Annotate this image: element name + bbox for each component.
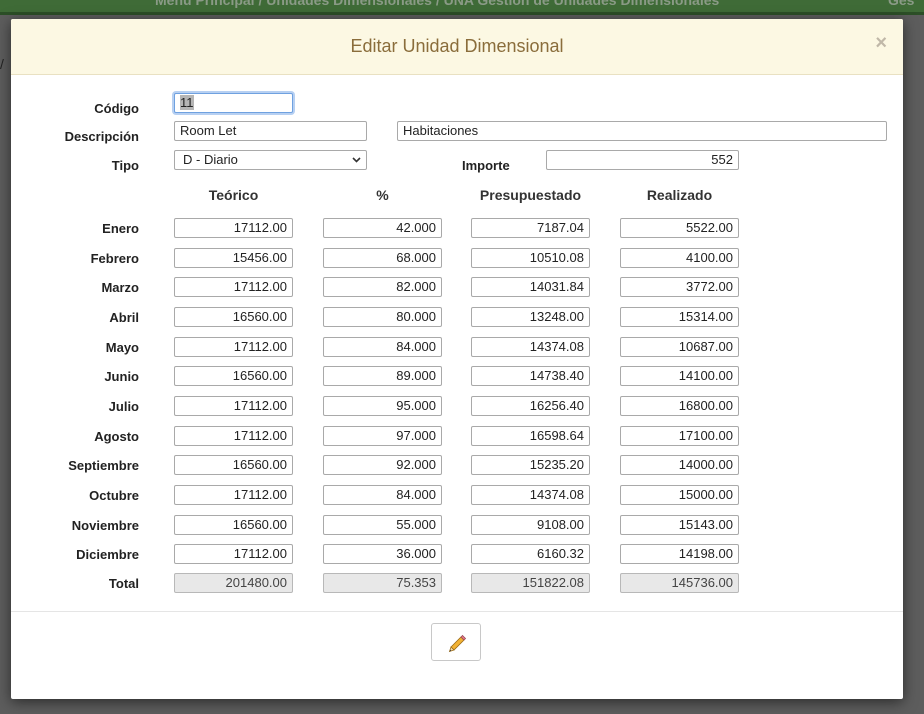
month-label: Abril [109, 310, 139, 325]
total-teorico-input: 201480.00 [174, 573, 293, 593]
pct-input[interactable]: 89.000 [323, 366, 442, 386]
realizado-input[interactable]: 15314.00 [620, 307, 739, 327]
teorico-input[interactable]: 17112.00 [174, 218, 293, 238]
realizado-input[interactable]: 15000.00 [620, 485, 739, 505]
teorico-input[interactable]: 17112.00 [174, 485, 293, 505]
month-label: Julio [108, 399, 139, 414]
teorico-input[interactable]: 17112.00 [174, 544, 293, 564]
realizado-input[interactable]: 10687.00 [620, 337, 739, 357]
edit-unit-modal: Editar Unidad Dimensional × Código 11 De… [11, 19, 903, 699]
month-label: Agosto [94, 429, 139, 444]
month-label: Mayo [105, 340, 139, 355]
presupuestado-input[interactable]: 15235.20 [471, 455, 590, 475]
month-label: Octubre [89, 488, 139, 503]
pct-input[interactable]: 82.000 [323, 277, 442, 297]
pct-input[interactable]: 84.000 [323, 337, 442, 357]
presupuestado-input[interactable]: 9108.00 [471, 515, 590, 535]
total-pct-input: 75.353 [323, 573, 442, 593]
col-header-presupuestado: Presupuestado [479, 187, 582, 203]
close-icon[interactable]: × [875, 33, 887, 53]
tipo-selected-value: D - Diario [183, 152, 238, 167]
teorico-input[interactable]: 16560.00 [174, 515, 293, 535]
modal-header: Editar Unidad Dimensional × [11, 19, 903, 75]
month-label: Noviembre [71, 518, 139, 533]
codigo-input[interactable]: 11 [174, 93, 293, 113]
month-label: Enero [102, 221, 139, 236]
teorico-input[interactable]: 16560.00 [174, 307, 293, 327]
pct-input[interactable]: 80.000 [323, 307, 442, 327]
importe-label: Importe [462, 158, 510, 173]
month-label: Junio [104, 369, 139, 384]
codigo-label: Código [94, 101, 139, 116]
month-label: Febrero [90, 251, 139, 266]
realizado-input[interactable]: 14198.00 [620, 544, 739, 564]
total-realizado-input: 145736.00 [620, 573, 739, 593]
background-breadcrumb: Menú Principal / Unidades Dimensionales … [155, 0, 720, 8]
teorico-input[interactable]: 16560.00 [174, 366, 293, 386]
teorico-input[interactable]: 15456.00 [174, 248, 293, 268]
total-label: Total [108, 576, 139, 591]
importe-input[interactable]: 552 [546, 150, 739, 170]
realizado-input[interactable]: 16800.00 [620, 396, 739, 416]
pct-input[interactable]: 97.000 [323, 426, 442, 446]
realizado-input[interactable]: 5522.00 [620, 218, 739, 238]
col-header-realizado: Realizado [646, 187, 713, 203]
chevron-down-icon [351, 151, 362, 175]
presupuestado-input[interactable]: 14374.08 [471, 485, 590, 505]
descripcion-secondary-input[interactable]: Habitaciones [397, 121, 887, 141]
pct-input[interactable]: 36.000 [323, 544, 442, 564]
presupuestado-input[interactable]: 14031.84 [471, 277, 590, 297]
teorico-input[interactable]: 17112.00 [174, 396, 293, 416]
presupuestado-input[interactable]: 16598.64 [471, 426, 590, 446]
presupuestado-input[interactable]: 14374.08 [471, 337, 590, 357]
pct-input[interactable]: 92.000 [323, 455, 442, 475]
presupuestado-input[interactable]: 14738.40 [471, 366, 590, 386]
presupuestado-input[interactable]: 10510.08 [471, 248, 590, 268]
modal-title: Editar Unidad Dimensional [350, 36, 564, 56]
month-label: Septiembre [68, 458, 139, 473]
pencil-icon [448, 634, 467, 653]
background-slash: / [0, 56, 4, 72]
month-label: Diciembre [76, 547, 139, 562]
realizado-input[interactable]: 15143.00 [620, 515, 739, 535]
teorico-input[interactable]: 17112.00 [174, 337, 293, 357]
pct-input[interactable]: 95.000 [323, 396, 442, 416]
teorico-input[interactable]: 16560.00 [174, 455, 293, 475]
tipo-select[interactable]: D - Diario [174, 150, 367, 170]
col-header-teorico: Teórico [208, 187, 259, 203]
presupuestado-input[interactable]: 16256.40 [471, 396, 590, 416]
pct-input[interactable]: 55.000 [323, 515, 442, 535]
month-label: Marzo [101, 280, 139, 295]
pct-input[interactable]: 68.000 [323, 248, 442, 268]
col-header-pct: % [376, 187, 389, 203]
descripcion-input[interactable]: Room Let [174, 121, 367, 141]
background-right-text: Ges [888, 0, 915, 8]
pct-input[interactable]: 42.000 [323, 218, 442, 238]
presupuestado-input[interactable]: 13248.00 [471, 307, 590, 327]
realizado-input[interactable]: 14100.00 [620, 366, 739, 386]
presupuestado-input[interactable]: 7187.04 [471, 218, 590, 238]
teorico-input[interactable]: 17112.00 [174, 277, 293, 297]
edit-button[interactable] [431, 623, 481, 661]
pct-input[interactable]: 84.000 [323, 485, 442, 505]
realizado-input[interactable]: 17100.00 [620, 426, 739, 446]
realizado-input[interactable]: 3772.00 [620, 277, 739, 297]
teorico-input[interactable]: 17112.00 [174, 426, 293, 446]
realizado-input[interactable]: 14000.00 [620, 455, 739, 475]
tipo-label: Tipo [111, 158, 139, 173]
realizado-input[interactable]: 4100.00 [620, 248, 739, 268]
descripcion-label: Descripción [64, 129, 139, 144]
presupuestado-input[interactable]: 6160.32 [471, 544, 590, 564]
total-presupuestado-input: 151822.08 [471, 573, 590, 593]
modal-footer [11, 611, 903, 700]
